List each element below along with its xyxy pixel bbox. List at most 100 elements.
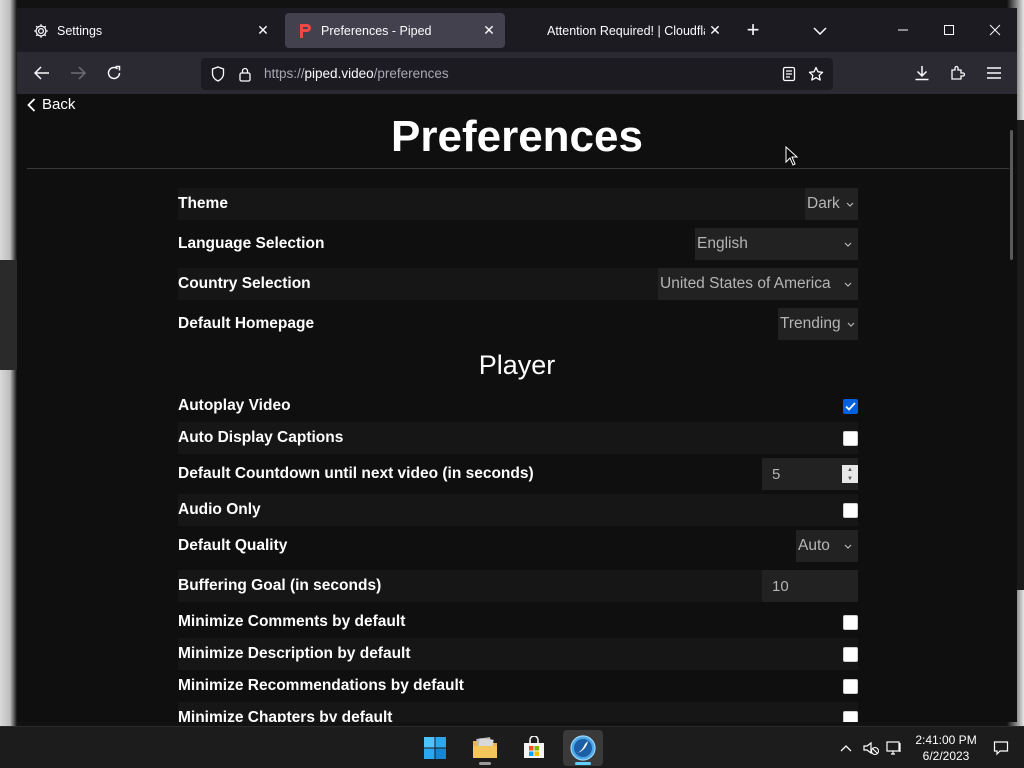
bookmark-star-icon[interactable] (808, 66, 824, 82)
puzzle-icon (951, 65, 966, 80)
microsoft-store-icon (524, 736, 544, 758)
close-window-button[interactable] (983, 18, 1007, 42)
spin-down-icon[interactable]: ▼ (842, 474, 858, 483)
maximize-button[interactable] (937, 18, 961, 42)
tab-title: Settings (57, 23, 103, 38)
tab-cloudflare[interactable]: Attention Required! | Cloudflare ✕ (511, 13, 731, 48)
desktop-background-detail (1017, 120, 1024, 590)
notification-icon[interactable] (992, 739, 1010, 757)
homepage-row: Default Homepage Trending (178, 308, 858, 340)
countdown-input[interactable]: 5 ▲ ▼ (762, 458, 858, 490)
arrow-right-icon (71, 66, 86, 80)
windows-start-button[interactable] (415, 730, 455, 766)
tab-preferences[interactable]: Preferences - Piped ✕ (285, 13, 505, 48)
quality-label: Default Quality (178, 537, 288, 554)
browser-app-button[interactable] (563, 730, 603, 766)
file-explorer-icon (473, 737, 497, 758)
shield-icon[interactable] (210, 66, 226, 82)
url-bar[interactable]: https://piped.video/preferences (201, 58, 833, 90)
taskbar: 2:41:00 PM 6/2/2023 (0, 726, 1024, 768)
forward-button[interactable] (66, 61, 90, 85)
min-description-checkbox[interactable] (843, 646, 858, 662)
minimize-button[interactable] (891, 18, 915, 42)
audio-only-row: Audio Only (178, 494, 858, 526)
list-all-tabs-button[interactable] (809, 20, 831, 42)
checkmark-icon (845, 401, 856, 411)
extensions-button[interactable] (946, 61, 970, 85)
number-spinner[interactable]: ▲ ▼ (842, 465, 858, 483)
min-comments-checkbox[interactable] (843, 614, 858, 630)
country-row: Country Selection United States of Ameri… (178, 268, 858, 300)
blank-favicon (523, 23, 539, 39)
file-explorer-button[interactable] (465, 730, 505, 766)
back-link[interactable]: Back (27, 96, 75, 113)
tab-settings[interactable]: Settings ✕ (21, 13, 279, 48)
country-label: Country Selection (178, 275, 311, 292)
reader-view-icon[interactable] (781, 66, 797, 82)
back-button[interactable] (30, 61, 54, 85)
min-description-label: Minimize Description by default (178, 645, 411, 662)
theme-label: Theme (178, 195, 228, 212)
page-title: Preferences (391, 112, 643, 161)
tab-bar: Settings ✕ Preferences - Piped ✕ Attenti… (17, 8, 1017, 52)
chevron-down-icon (844, 282, 852, 287)
language-row: Language Selection English (178, 228, 858, 260)
language-select[interactable]: English (695, 228, 858, 260)
microsoft-store-button[interactable] (514, 730, 554, 766)
theme-select[interactable]: Dark (805, 188, 858, 220)
buffering-input[interactable]: 10 (762, 570, 858, 602)
chevron-up-icon[interactable] (837, 739, 855, 757)
desktop-background-detail (0, 260, 17, 370)
lock-icon[interactable] (237, 66, 253, 82)
captions-row: Auto Display Captions (178, 422, 858, 454)
tab-title: Attention Required! | Cloudflare (547, 23, 705, 38)
new-tab-button[interactable]: + (742, 19, 764, 41)
country-select[interactable]: United States of America (658, 268, 858, 300)
min-description-row: Minimize Description by default (178, 638, 858, 670)
chevron-down-icon (847, 322, 855, 327)
audio-only-label: Audio Only (178, 501, 261, 518)
min-comments-label: Minimize Comments by default (178, 613, 406, 630)
clock-date: 6/2/2023 (922, 749, 970, 763)
audio-only-checkbox[interactable] (843, 502, 858, 518)
autoplay-label: Autoplay Video (178, 397, 291, 414)
min-chapters-row: Minimize Chapters by default (178, 702, 858, 722)
buffering-label: Buffering Goal (in seconds) (178, 577, 382, 594)
countdown-row: Default Countdown until next video (in s… (178, 458, 858, 490)
back-label: Back (42, 96, 76, 113)
close-icon[interactable]: ✕ (703, 19, 727, 43)
downloads-button[interactable] (910, 61, 934, 85)
chevron-down-icon (844, 544, 852, 549)
navigation-toolbar: https://piped.video/preferences (17, 52, 1017, 94)
browser-app-icon (570, 735, 596, 761)
min-recommendations-checkbox[interactable] (843, 678, 858, 694)
chevron-down-icon (813, 27, 827, 35)
captions-label: Auto Display Captions (178, 429, 344, 446)
system-clock[interactable]: 2:41:00 PM 6/2/2023 (906, 732, 986, 764)
url-text[interactable]: https://piped.video/preferences (264, 66, 449, 81)
clock-time: 2:41:00 PM (915, 733, 977, 747)
spin-up-icon[interactable]: ▲ (842, 465, 858, 474)
close-icon[interactable]: ✕ (477, 19, 501, 43)
speaker-muted-icon[interactable] (862, 739, 880, 757)
countdown-label: Default Countdown until next video (in s… (178, 465, 534, 482)
close-icon[interactable]: ✕ (251, 19, 275, 43)
page-scrollbar[interactable] (1010, 130, 1013, 260)
tab-title: Preferences - Piped (321, 23, 432, 38)
chevron-down-icon (846, 202, 854, 207)
chevron-down-icon (844, 242, 852, 247)
theme-row: Theme Dark (178, 188, 858, 220)
reload-button[interactable] (102, 61, 126, 85)
min-chapters-checkbox[interactable] (843, 710, 858, 722)
homepage-select[interactable]: Trending (778, 308, 858, 340)
mouse-cursor-icon (785, 146, 799, 166)
close-icon (989, 24, 1001, 36)
captions-checkbox[interactable] (843, 430, 858, 446)
autoplay-checkbox[interactable] (843, 398, 858, 414)
network-icon[interactable] (885, 739, 903, 757)
menu-button[interactable] (982, 61, 1006, 85)
piped-favicon (297, 23, 313, 39)
download-icon (915, 66, 929, 81)
quality-select[interactable]: Auto (796, 530, 858, 562)
homepage-label: Default Homepage (178, 315, 315, 332)
